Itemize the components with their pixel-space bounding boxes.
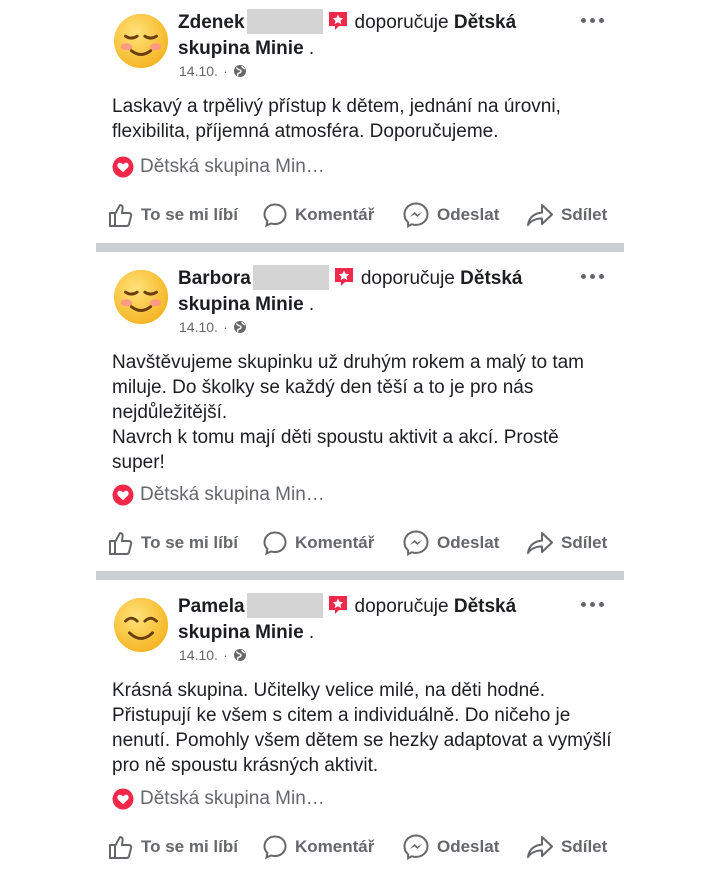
post-separator: [96, 243, 624, 252]
period: .: [303, 294, 315, 315]
post-header: Barbora doporučuje Dětská skupina Minie .: [178, 265, 558, 318]
recommends-text: doporučuje: [354, 596, 449, 617]
author-name[interactable]: Pamela: [178, 596, 245, 617]
like-button[interactable]: To se mi líbí: [108, 830, 238, 864]
page-link[interactable]: Dětská: [454, 596, 516, 617]
post-date[interactable]: 14.10.: [179, 647, 218, 663]
page-link-continued[interactable]: skupina Minie: [178, 38, 304, 59]
page-link-continued[interactable]: skupina Minie: [178, 294, 304, 315]
post-header: Pamela doporučuje Dětská skupina Minie .: [178, 593, 558, 646]
heart-icon: [112, 156, 134, 178]
post-header: Zdenek doporučuje Dětská skupina Minie .: [178, 9, 558, 62]
share-arrow-icon: [527, 836, 553, 858]
heart-icon: [112, 484, 134, 506]
more-dots-icon[interactable]: [581, 274, 604, 279]
avatar-emoji-icon[interactable]: [112, 12, 170, 70]
comment-button[interactable]: Komentář: [262, 830, 374, 864]
post-meta: 14.10. ·: [179, 319, 247, 335]
post-date[interactable]: 14.10.: [179, 319, 218, 335]
avatar-emoji-icon[interactable]: [112, 596, 170, 654]
comment-button[interactable]: Komentář: [262, 198, 374, 232]
thumbs-up-icon: [109, 532, 133, 555]
share-button[interactable]: Sdílet: [526, 526, 607, 560]
redacted-surname: [246, 9, 323, 34]
share-arrow-icon: [527, 204, 553, 226]
page-link[interactable]: Dětská: [460, 268, 522, 289]
author-name[interactable]: Zdenek: [178, 12, 245, 33]
globe-icon: [233, 321, 246, 333]
comment-bubble-icon: [263, 835, 287, 860]
globe-icon: [233, 649, 246, 661]
action-bar: To se mi líbí Komentář Odeslat Sdílet: [0, 526, 720, 560]
page-tag-label: Dětská skupina Min…: [140, 484, 325, 505]
page-link-continued[interactable]: skupina Minie: [178, 622, 304, 643]
page-tag-label: Dětská skupina Min…: [140, 788, 325, 809]
messenger-icon: [403, 202, 429, 228]
recommend-star-icon: [334, 268, 353, 286]
heart-icon: [112, 788, 134, 810]
post-date[interactable]: 14.10.: [179, 63, 218, 79]
send-button[interactable]: Odeslat: [402, 830, 499, 864]
more-dots-icon[interactable]: [581, 18, 604, 23]
like-button[interactable]: To se mi líbí: [108, 526, 238, 560]
page-tag[interactable]: Dětská skupina Min…: [112, 484, 325, 506]
avatar-emoji-icon[interactable]: [112, 268, 170, 326]
redacted-surname: [246, 593, 323, 618]
meta-dot: ·: [222, 647, 228, 663]
comment-bubble-icon: [263, 203, 287, 228]
page-tag-label: Dětská skupina Min…: [140, 156, 325, 177]
more-dots-icon[interactable]: [581, 602, 604, 607]
meta-dot: ·: [222, 63, 228, 79]
post-text: Navštěvujeme skupinku už druhým rokem a …: [112, 352, 585, 473]
thumbs-up-icon: [109, 204, 133, 227]
action-bar: To se mi líbí Komentář Odeslat Sdílet: [0, 198, 720, 232]
recommends-text: doporučuje: [360, 268, 455, 289]
messenger-icon: [403, 530, 429, 556]
action-bar: To se mi líbí Komentář Odeslat Sdílet: [0, 830, 720, 864]
comment-bubble-icon: [263, 531, 287, 556]
page-tag[interactable]: Dětská skupina Min…: [112, 156, 325, 178]
send-button[interactable]: Odeslat: [402, 198, 499, 232]
post-text: Krásná skupina. Učitelky velice milé, na…: [112, 680, 612, 776]
share-arrow-icon: [527, 532, 553, 554]
page-link[interactable]: Dětská: [454, 12, 516, 33]
share-button[interactable]: Sdílet: [526, 198, 607, 232]
messenger-icon: [403, 834, 429, 860]
author-name[interactable]: Barbora: [178, 268, 251, 289]
share-button[interactable]: Sdílet: [526, 830, 607, 864]
post-meta: 14.10. ·: [179, 63, 247, 79]
redacted-surname: [252, 265, 329, 290]
comment-button[interactable]: Komentář: [262, 526, 374, 560]
post-separator: [96, 571, 624, 580]
post-meta: 14.10. ·: [179, 647, 247, 663]
page-tag[interactable]: Dětská skupina Min…: [112, 788, 325, 810]
post-text: Laskavý a trpělivý přístup k dětem, jedn…: [112, 96, 561, 142]
send-button[interactable]: Odeslat: [402, 526, 499, 560]
globe-icon: [233, 65, 246, 77]
meta-dot: ·: [222, 319, 228, 335]
recommends-text: doporučuje: [354, 12, 449, 33]
like-button[interactable]: To se mi líbí: [108, 198, 238, 232]
thumbs-up-icon: [109, 836, 133, 859]
recommend-star-icon: [328, 596, 347, 614]
period: .: [303, 622, 315, 643]
period: .: [303, 38, 315, 59]
recommend-star-icon: [328, 12, 347, 30]
